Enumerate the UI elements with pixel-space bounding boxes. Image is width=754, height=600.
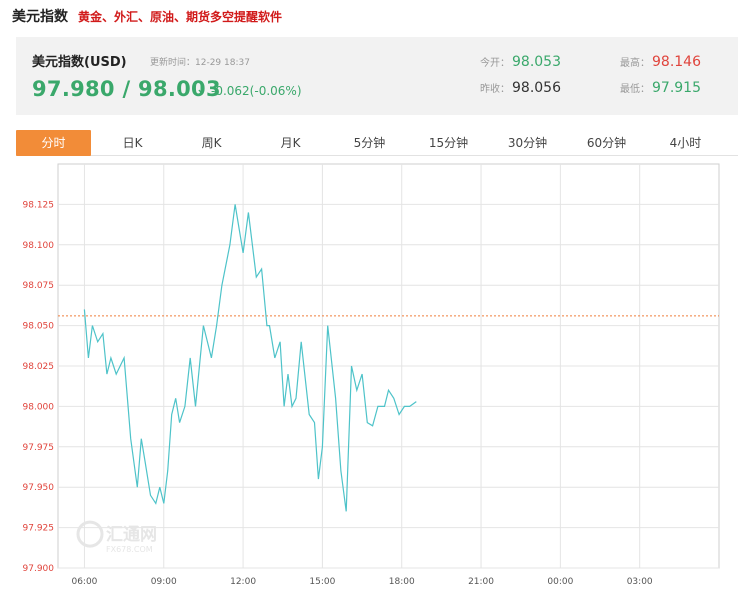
stat-prev-close: 昨收： 98.056 bbox=[480, 80, 561, 96]
x-tick-label: 03:00 bbox=[627, 577, 653, 587]
x-tick-label: 21:00 bbox=[468, 577, 494, 587]
stat-prev-close-value: 98.056 bbox=[512, 80, 561, 96]
x-tick-label: 18:00 bbox=[389, 577, 415, 587]
tab-15min[interactable]: 15分钟 bbox=[411, 130, 486, 156]
stat-prev-close-label: 昨收： bbox=[480, 84, 510, 95]
page-title: 美元指数 bbox=[12, 9, 68, 25]
page-header: 美元指数 黄金、外汇、原油、期货多空提醒软件 bbox=[12, 6, 282, 26]
instrument-name: 美元指数(USD) bbox=[32, 55, 127, 70]
down-arrow-icon: ↓ bbox=[196, 82, 207, 97]
tab-daily[interactable]: 日K bbox=[95, 130, 170, 156]
y-tick-label: 97.950 bbox=[23, 483, 55, 493]
stat-high-label: 最高： bbox=[620, 58, 650, 69]
tab-5min[interactable]: 5分钟 bbox=[332, 130, 407, 156]
tab-4hour[interactable]: 4小时 bbox=[648, 130, 723, 156]
bid-ask-price: 97.980 / 98.003 bbox=[32, 77, 221, 101]
x-tick-label: 00:00 bbox=[547, 577, 573, 587]
stat-open-label: 今开： bbox=[480, 58, 510, 69]
tab-weekly[interactable]: 周K bbox=[174, 130, 249, 156]
tab-30min[interactable]: 30分钟 bbox=[490, 130, 565, 156]
y-tick-label: 98.000 bbox=[23, 402, 55, 412]
stat-open: 今开： 98.053 bbox=[480, 54, 561, 70]
tab-60min[interactable]: 60分钟 bbox=[569, 130, 644, 156]
stat-low-label: 最低： bbox=[620, 84, 650, 95]
x-tick-label: 06:00 bbox=[71, 577, 97, 587]
period-tabs: 分时 日K 周K 月K 5分钟 15分钟 30分钟 60分钟 4小时 bbox=[16, 128, 738, 156]
update-time: 更新时间：12-29 18:37 bbox=[150, 58, 250, 68]
tab-intraday[interactable]: 分时 bbox=[16, 130, 91, 156]
stat-high: 最高： 98.146 bbox=[620, 54, 701, 70]
x-tick-label: 15:00 bbox=[309, 577, 335, 587]
stat-low: 最低： 97.915 bbox=[620, 80, 701, 96]
y-tick-label: 97.900 bbox=[23, 564, 55, 574]
tab-monthly[interactable]: 月K bbox=[253, 130, 328, 156]
stat-high-value: 98.146 bbox=[652, 54, 701, 70]
y-tick-label: 97.925 bbox=[23, 524, 55, 534]
y-tick-label: 98.050 bbox=[23, 322, 55, 332]
quote-panel: 美元指数(USD) 更新时间：12-29 18:37 97.980 / 98.0… bbox=[16, 37, 738, 115]
watermark-subtext: FX678.COM bbox=[106, 545, 153, 554]
y-tick-label: 97.975 bbox=[23, 443, 55, 453]
y-tick-label: 98.125 bbox=[23, 200, 55, 210]
stat-open-value: 98.053 bbox=[512, 54, 561, 70]
x-tick-label: 09:00 bbox=[151, 577, 177, 587]
y-tick-label: 98.075 bbox=[23, 281, 55, 291]
x-tick-label: 12:00 bbox=[230, 577, 256, 587]
y-tick-label: 98.025 bbox=[23, 362, 55, 372]
price-change: -0.062(-0.06%) bbox=[211, 84, 302, 98]
stat-low-value: 97.915 bbox=[652, 80, 701, 96]
intraday-chart[interactable]: 97.900 97.925 97.950 97.975 98.000 98.025 98.0… bbox=[0, 160, 754, 600]
watermark-text: 汇通网 bbox=[106, 525, 157, 545]
y-tick-label: 98.100 bbox=[23, 241, 55, 251]
promo-link[interactable]: 黄金、外汇、原油、期货多空提醒软件 bbox=[78, 8, 282, 25]
